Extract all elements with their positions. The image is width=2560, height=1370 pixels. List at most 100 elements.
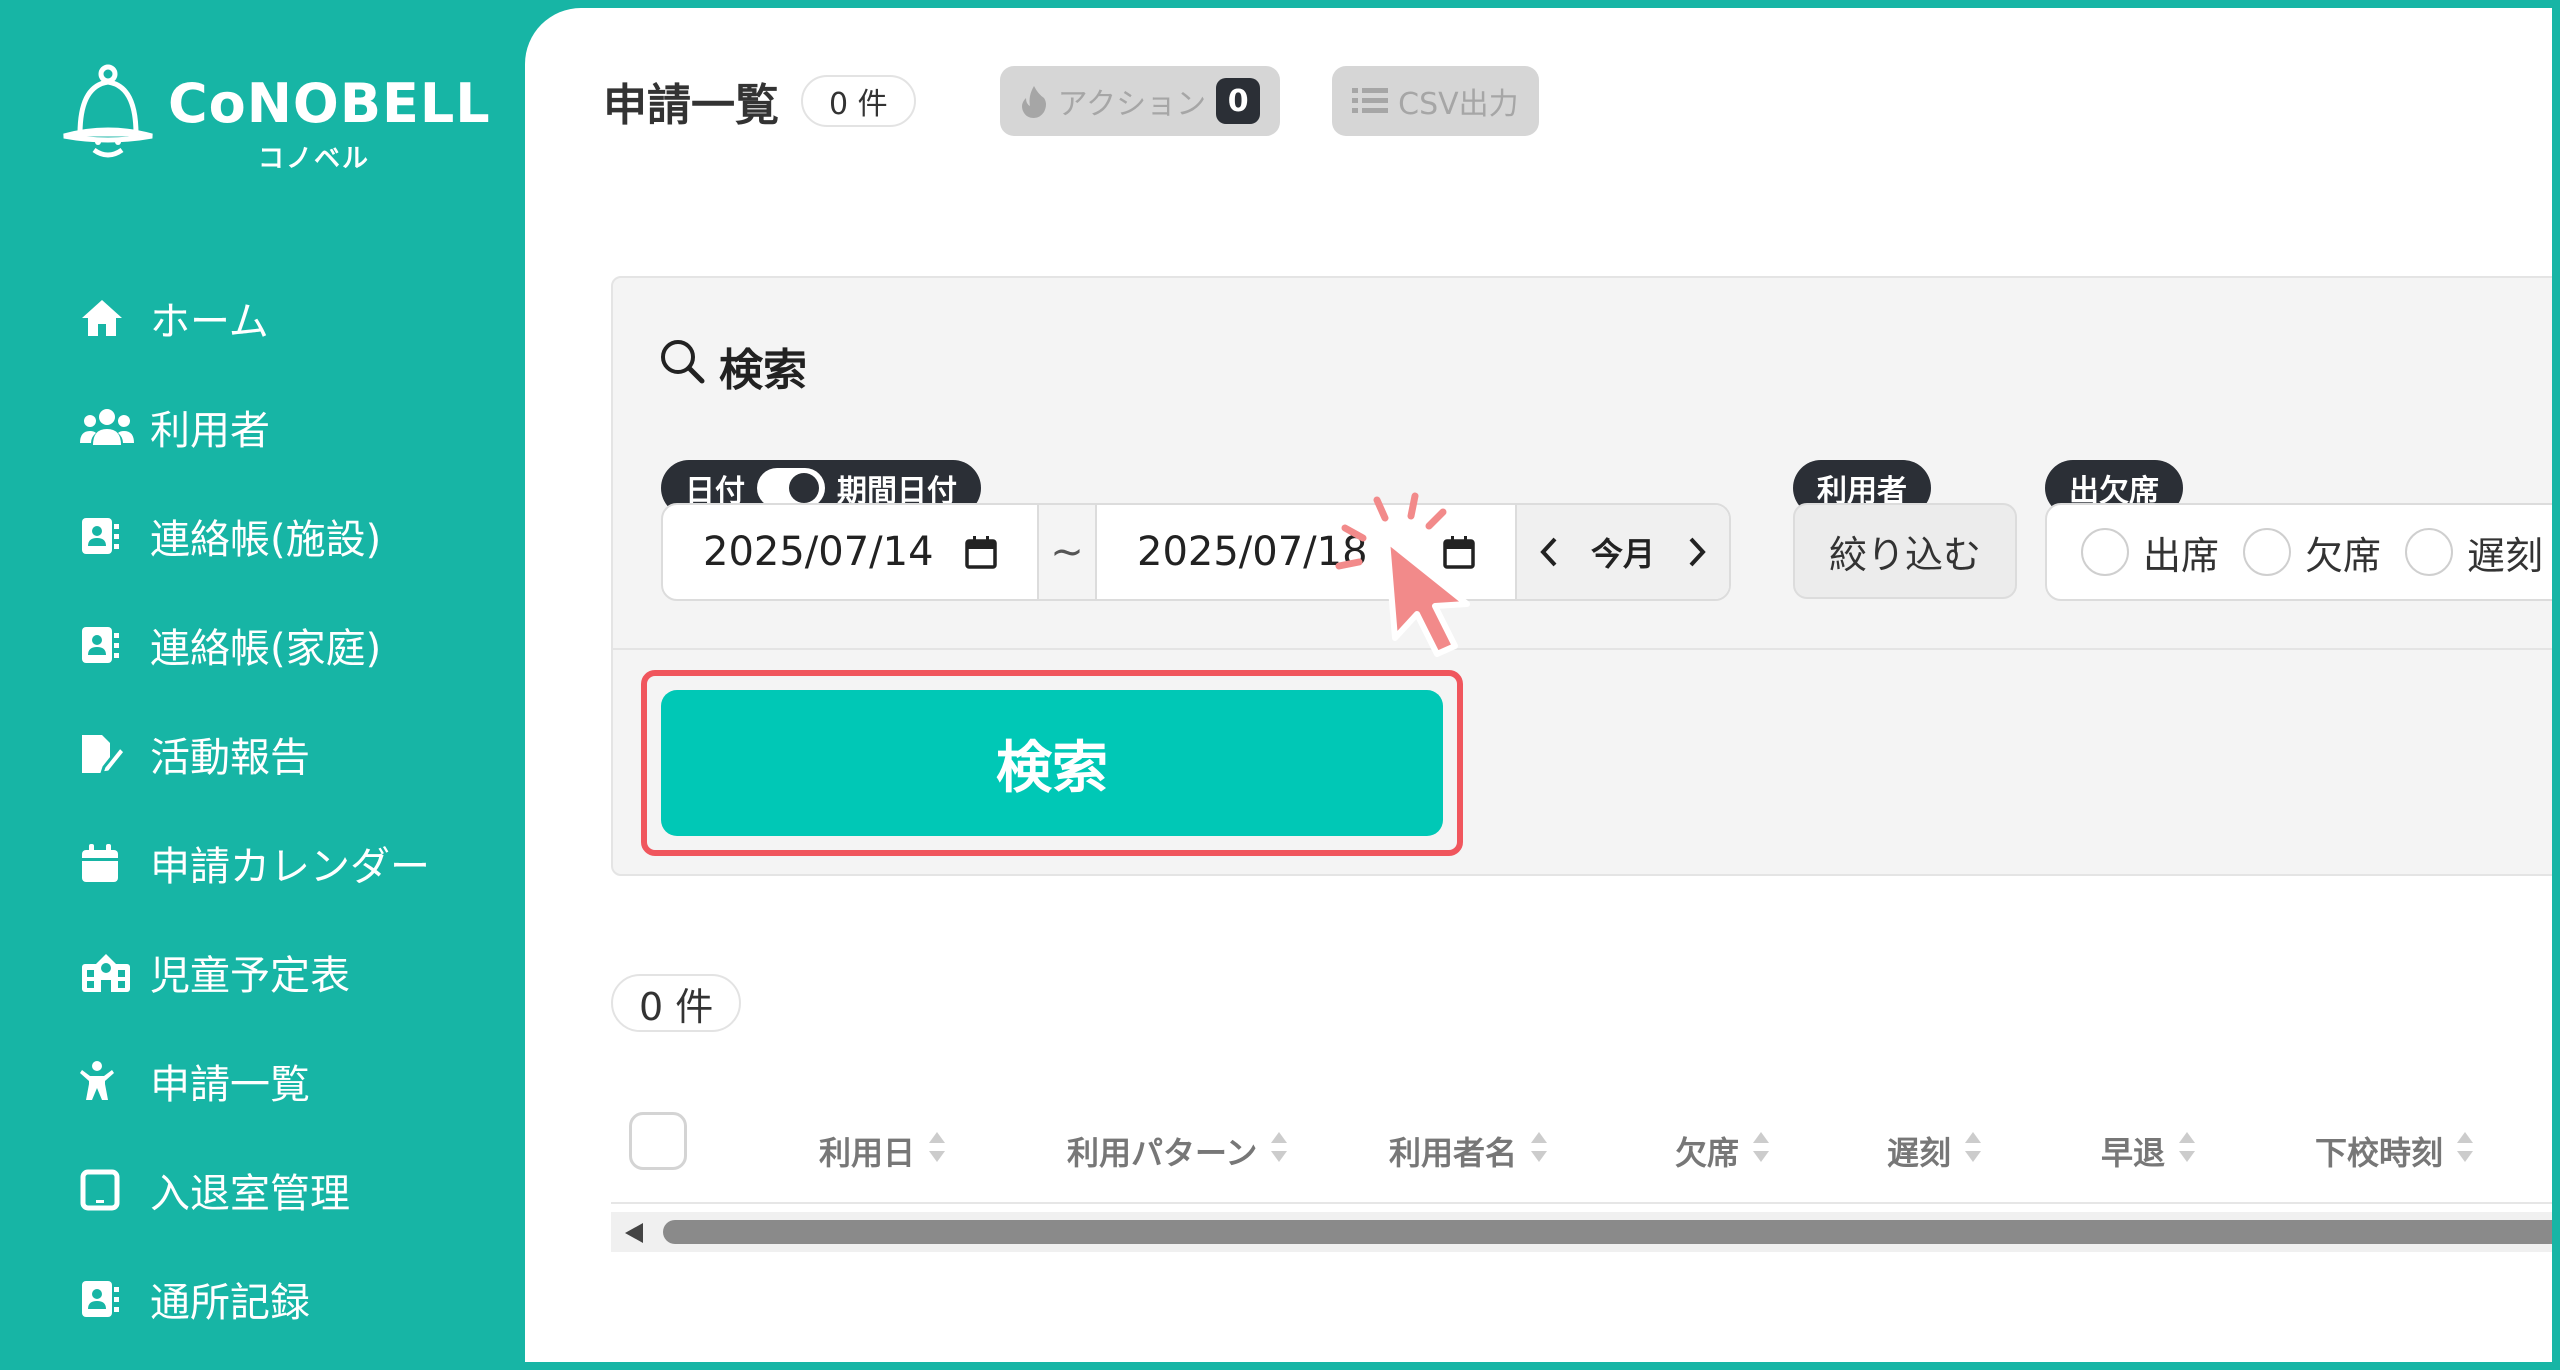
chevron-right-icon[interactable] bbox=[1687, 536, 1707, 568]
column-header-use-pattern[interactable]: 利用パターン bbox=[1067, 1128, 1289, 1174]
header-count-badge: 0 件 bbox=[801, 75, 916, 127]
sidebar-item-attendance-record[interactable]: 通所記録 bbox=[8, 1244, 525, 1353]
attendance-options: 出席 欠席 遅刻 bbox=[2045, 503, 2552, 601]
sidebar-item-child-schedule[interactable]: 児童予定表 bbox=[8, 917, 525, 1026]
main-content: 申請一覧 0 件 アクション 0 CSV出力 検索 日付 期間日付 2025/0… bbox=[525, 8, 2552, 1362]
sidebar-item-label: ホーム bbox=[150, 298, 269, 345]
column-header-label: 欠席 bbox=[1675, 1134, 1740, 1172]
sidebar-item-label: 利用者 bbox=[150, 407, 270, 454]
scrollbar-thumb[interactable] bbox=[663, 1220, 2552, 1244]
date-range-separator: ~ bbox=[1039, 505, 1095, 599]
attendance-option-label: 欠席 bbox=[2305, 533, 2382, 578]
child-icon bbox=[80, 1060, 136, 1102]
action-label: アクション bbox=[1057, 87, 1207, 122]
column-header-label: 利用パターン bbox=[1067, 1134, 1258, 1172]
contact-book-icon bbox=[80, 516, 136, 556]
column-header-label: 利用者名 bbox=[1389, 1134, 1518, 1172]
list-icon bbox=[1352, 86, 1389, 116]
radio-circle[interactable] bbox=[2081, 528, 2129, 576]
sort-icon bbox=[1529, 1130, 1549, 1172]
radio-circle[interactable] bbox=[2405, 528, 2454, 576]
column-header-early-leave[interactable]: 早退 bbox=[2101, 1128, 2197, 1174]
page-header: 申請一覧 0 件 アクション 0 CSV出力 bbox=[603, 66, 1539, 136]
scroll-left-arrow-icon[interactable] bbox=[623, 1222, 645, 1248]
sort-icon bbox=[2177, 1130, 2197, 1172]
search-panel: 検索 日付 期間日付 2025/07/14 ~ 2025/07/18 今月 利用… bbox=[611, 276, 2552, 876]
date-from-value: 2025/07/14 bbox=[703, 529, 934, 575]
csv-export-label: CSV出力 bbox=[1398, 87, 1519, 122]
column-header-label: 遅刻 bbox=[1887, 1134, 1952, 1172]
report-icon bbox=[80, 733, 136, 775]
tablet-icon bbox=[80, 1169, 136, 1211]
sidebar-item-request-list[interactable]: 申請一覧 bbox=[8, 1026, 525, 1135]
sidebar-nav: ホーム 利用者 連絡帳(施設) 連絡帳(家庭) 活動報告 申請カレンダー 児童予… bbox=[8, 263, 525, 1353]
horizontal-scrollbar[interactable] bbox=[611, 1212, 2552, 1252]
logo[interactable]: CoNOBELL コノベル bbox=[58, 60, 490, 174]
column-header-label: 早退 bbox=[2101, 1134, 2166, 1172]
search-button[interactable]: 検索 bbox=[661, 690, 1443, 836]
sidebar-item-users[interactable]: 利用者 bbox=[8, 372, 525, 481]
column-header-late[interactable]: 遅刻 bbox=[1887, 1128, 1983, 1174]
csv-export-button[interactable]: CSV出力 bbox=[1332, 66, 1539, 136]
attendance-radio-present[interactable]: 出席 bbox=[2081, 525, 2219, 580]
attendance-radio-late[interactable]: 遅刻 bbox=[2405, 525, 2543, 580]
sidebar-item-entry-exit[interactable]: 入退室管理 bbox=[8, 1135, 525, 1244]
sidebar-item-contact-book-facility[interactable]: 連絡帳(施設) bbox=[8, 481, 525, 590]
pointer-cursor-icon bbox=[1335, 492, 1470, 657]
chevron-left-icon[interactable] bbox=[1539, 536, 1559, 568]
column-header-user-name[interactable]: 利用者名 bbox=[1389, 1128, 1549, 1174]
search-panel-title: 検索 bbox=[659, 334, 807, 398]
sidebar-item-label: 通所記録 bbox=[150, 1279, 310, 1326]
sidebar-item-request-calendar[interactable]: 申請カレンダー bbox=[8, 808, 525, 917]
logo-text: CoNOBELL bbox=[168, 72, 491, 135]
logo-subtext: コノベル bbox=[258, 144, 371, 174]
page-title: 申請一覧 bbox=[603, 80, 779, 131]
sidebar-item-label: 連絡帳(施設) bbox=[150, 516, 382, 563]
user-filter-button[interactable]: 絞り込む bbox=[1793, 503, 2017, 599]
column-header-dismissal-time[interactable]: 下校時刻 bbox=[2315, 1128, 2475, 1174]
sidebar-item-contact-book-home[interactable]: 連絡帳(家庭) bbox=[8, 590, 525, 699]
action-count-badge: 0 bbox=[1216, 78, 1261, 124]
date-from-input[interactable]: 2025/07/14 bbox=[663, 505, 1039, 599]
bell-icon bbox=[63, 64, 153, 158]
attendance-radio-absent[interactable]: 欠席 bbox=[2243, 525, 2381, 580]
sort-icon bbox=[1751, 1130, 1771, 1172]
fire-icon bbox=[1020, 84, 1048, 118]
search-icon bbox=[659, 338, 705, 395]
sidebar-item-activity-report[interactable]: 活動報告 bbox=[8, 699, 525, 808]
sort-icon bbox=[1963, 1130, 1983, 1172]
contact-book-icon bbox=[80, 625, 136, 665]
column-header-use-date[interactable]: 利用日 bbox=[819, 1128, 947, 1174]
select-all-checkbox[interactable] bbox=[629, 1112, 687, 1170]
radio-circle[interactable] bbox=[2243, 528, 2292, 576]
sort-icon bbox=[1269, 1130, 1289, 1172]
calendar-icon[interactable] bbox=[965, 535, 997, 569]
table-header: 利用日 利用パターン 利用者名 欠席 遅刻 早退 下校時刻 bbox=[611, 1104, 2552, 1204]
month-navigator: 今月 bbox=[1515, 505, 1729, 599]
sidebar-item-label: 入退室管理 bbox=[150, 1170, 350, 1217]
school-icon bbox=[80, 952, 136, 992]
sidebar-item-label: 児童予定表 bbox=[150, 952, 350, 999]
date-range-group: 2025/07/14 ~ 2025/07/18 今月 bbox=[661, 503, 1731, 601]
sidebar: CoNOBELL コノベル ホーム 利用者 連絡帳(施設) 連絡帳(家庭) 活動… bbox=[8, 8, 525, 1362]
sort-icon bbox=[2455, 1130, 2475, 1172]
sidebar-item-label: 連絡帳(家庭) bbox=[150, 625, 382, 672]
sidebar-item-label: 申請カレンダー bbox=[150, 843, 430, 890]
home-icon bbox=[80, 298, 136, 338]
panel-divider bbox=[613, 648, 2552, 650]
sidebar-item-label: 申請一覧 bbox=[150, 1061, 310, 1108]
sort-icon bbox=[927, 1130, 947, 1172]
sidebar-item-label: 活動報告 bbox=[150, 734, 310, 781]
attendance-option-label: 出席 bbox=[2143, 533, 2220, 578]
action-button[interactable]: アクション 0 bbox=[999, 66, 1281, 136]
column-header-absent[interactable]: 欠席 bbox=[1675, 1128, 1771, 1174]
column-header-label: 下校時刻 bbox=[2315, 1134, 2444, 1172]
attendance-option-label: 遅刻 bbox=[2467, 533, 2544, 578]
this-month-button[interactable]: 今月 bbox=[1591, 529, 1655, 575]
date-mode-toggle[interactable] bbox=[757, 468, 825, 508]
search-title-label: 検索 bbox=[719, 345, 807, 396]
calendar-icon bbox=[80, 842, 136, 884]
result-count-badge: 0 件 bbox=[611, 974, 742, 1032]
sidebar-item-home[interactable]: ホーム bbox=[8, 263, 525, 372]
users-icon bbox=[80, 407, 136, 447]
